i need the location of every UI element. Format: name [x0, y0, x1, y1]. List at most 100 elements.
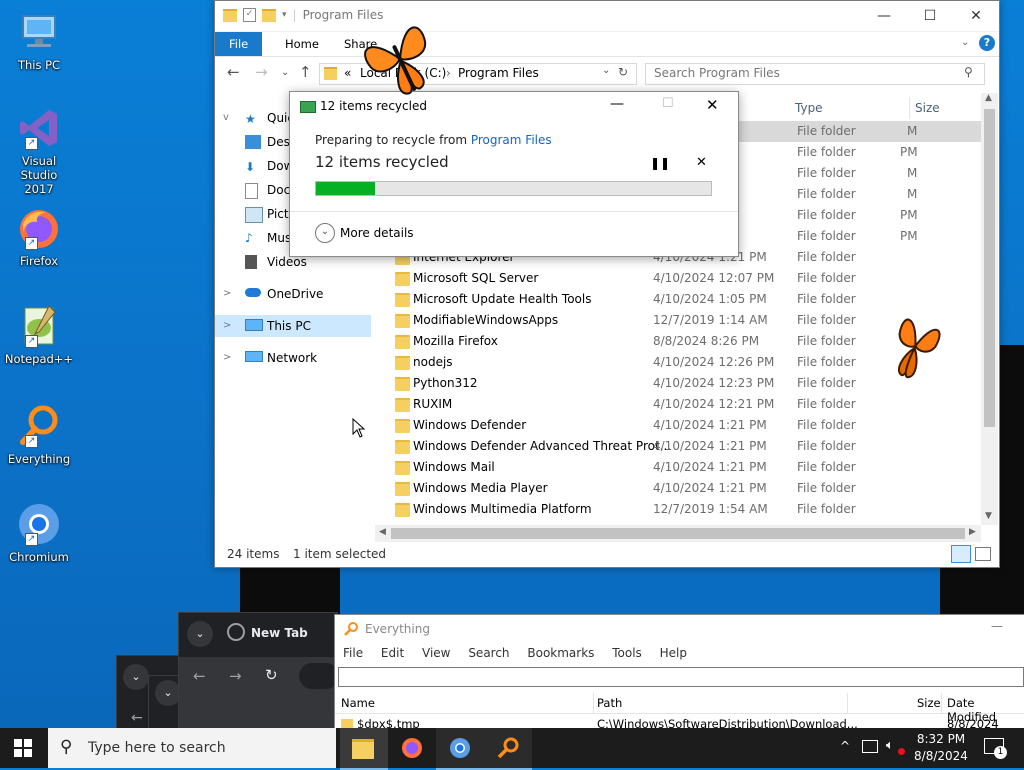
menu-view[interactable]: View — [422, 646, 450, 660]
horizontal-scrollbar[interactable]: ◀ ▶ — [375, 525, 981, 542]
column-header-name[interactable]: Name — [341, 696, 375, 710]
search-box[interactable]: Search Program Files ⚲ — [645, 63, 985, 85]
search-input[interactable] — [338, 667, 1024, 687]
vertical-scrollbar[interactable]: ▲ ▼ — [981, 93, 998, 525]
progress-bar — [315, 181, 712, 196]
scroll-thumb[interactable] — [984, 109, 995, 427]
tab-title[interactable]: New Tab — [251, 626, 308, 640]
close-button[interactable]: ✕ — [953, 1, 999, 31]
recycle-progress-dialog: 12 items recycled — ☐ ✕ Preparing to rec… — [289, 91, 739, 257]
dialog-close-button[interactable]: ✕ — [706, 96, 719, 114]
table-row[interactable]: Windows Mail 4/10/2024 1:21 PM File folder — [391, 457, 981, 478]
table-row[interactable]: Microsoft SQL Server 4/10/2024 12:07 PM Fi… — [391, 268, 981, 289]
new-folder-icon[interactable] — [262, 8, 276, 22]
taskbar-app-explorer[interactable] — [340, 728, 388, 770]
forward-arrow-icon[interactable]: → — [229, 667, 242, 685]
up-button[interactable]: ↑ — [299, 63, 312, 81]
large-icons-view-icon[interactable] — [975, 547, 991, 561]
taskbar-app-chromium[interactable] — [436, 728, 484, 770]
expand-arrow-icon[interactable]: > — [223, 347, 231, 369]
chevron-down-icon[interactable]: ⌄ — [315, 223, 335, 243]
menu-help[interactable]: Help — [660, 646, 687, 660]
expand-arrow-icon[interactable]: > — [223, 283, 231, 305]
table-row[interactable]: Windows Defender Advanced Threat Prot...… — [391, 436, 981, 457]
table-row[interactable]: Windows Multimedia Platform 12/7/2019 1:5… — [391, 499, 981, 520]
scroll-up-icon[interactable]: ▲ — [985, 93, 992, 103]
minimize-button[interactable]: — — [991, 619, 1003, 633]
nav-item-network[interactable]: > Network — [215, 347, 371, 369]
collapse-arrow-icon[interactable]: v — [223, 107, 229, 129]
desktop-icon-visual-studio[interactable]: ↗ Visual Studio 2017 — [4, 104, 74, 196]
cancel-button[interactable]: ✕ — [696, 155, 707, 170]
column-header-path[interactable]: Path — [597, 696, 622, 710]
taskbar-app-firefox[interactable] — [388, 728, 436, 768]
breadcrumb-folder[interactable]: Program Files — [458, 66, 539, 80]
pause-button[interactable]: ❚❚ — [650, 156, 670, 170]
address-dropdown-icon[interactable]: ⌄ — [602, 65, 610, 76]
back-button[interactable]: ← — [227, 63, 240, 81]
nav-item-this-pc[interactable]: > This PC — [215, 315, 371, 337]
back-arrow-icon[interactable]: ← — [131, 710, 143, 726]
column-header-size[interactable]: Size — [917, 696, 941, 710]
folder-icon — [395, 272, 410, 286]
table-row[interactable]: Windows Media Player 4/10/2024 1:21 PM Fil… — [391, 478, 981, 499]
scroll-left-icon[interactable]: ◀ — [379, 527, 386, 537]
menu-bookmarks[interactable]: Bookmarks — [527, 646, 594, 660]
nav-item-onedrive[interactable]: > OneDrive — [215, 283, 371, 305]
maximize-button[interactable]: ☐ — [907, 1, 953, 31]
desktop-icon-everything[interactable]: ↗ Everything — [4, 402, 74, 466]
tab-search-icon[interactable]: ⌄ — [187, 621, 213, 647]
folder-icon — [395, 440, 410, 454]
minimize-button[interactable]: — — [861, 1, 907, 31]
expand-arrow-icon[interactable]: > — [223, 315, 231, 337]
scroll-thumb[interactable] — [391, 528, 965, 539]
properties-icon[interactable]: ✓ — [243, 8, 256, 22]
start-button[interactable] — [14, 739, 32, 760]
customize-toolbar-icon[interactable]: ▾ — [282, 10, 287, 20]
this-pc-icon — [15, 8, 63, 56]
expand-ribbon-icon[interactable]: ⌄ — [961, 37, 969, 48]
desktop-icon-label: Firefox — [19, 254, 59, 268]
folder-icon — [395, 293, 410, 307]
scroll-right-icon[interactable]: ▶ — [969, 527, 976, 537]
table-row[interactable]: Windows Defender 4/10/2024 1:21 PM File fo… — [391, 415, 981, 436]
menu-edit[interactable]: Edit — [381, 646, 404, 660]
back-arrow-icon[interactable]: ← — [193, 667, 206, 685]
clock-time[interactable]: 8:32 PM — [912, 732, 970, 746]
recent-locations-button[interactable]: ⌄ — [281, 67, 289, 78]
menu-file[interactable]: File — [343, 646, 363, 660]
table-row[interactable]: RUXIM 4/10/2024 12:21 PM File folder — [391, 394, 981, 415]
dialog-minimize-button[interactable]: — — [610, 96, 624, 112]
desktop-icon-chromium[interactable]: ↗ Chromium — [4, 500, 74, 564]
refresh-icon[interactable]: ↻ — [618, 65, 628, 79]
desktop-icon-firefox[interactable]: ↗ Firefox — [4, 204, 74, 268]
chevron-down-icon[interactable]: ⌄ — [123, 664, 149, 690]
menu-search[interactable]: Search — [468, 646, 509, 660]
search-placeholder: Search Program Files — [654, 66, 780, 80]
taskbar-app-everything[interactable] — [484, 728, 532, 770]
everything-icon — [343, 621, 359, 637]
scroll-down-icon[interactable]: ▼ — [985, 511, 992, 521]
help-icon[interactable]: ? — [979, 35, 995, 51]
show-hidden-icons-button[interactable]: ^ — [840, 739, 850, 753]
desktop-icon-notepadpp[interactable]: ↗ Notepad++ — [4, 302, 74, 366]
dialog-maximize-button[interactable]: ☐ — [662, 96, 674, 111]
address-overflow[interactable]: « — [344, 66, 351, 80]
menu-tools[interactable]: Tools — [612, 646, 642, 660]
volume-muted-icon[interactable]: 🔈︎ — [886, 738, 894, 753]
reload-icon[interactable]: ↻ — [265, 666, 278, 684]
more-details-button[interactable]: More details — [340, 226, 414, 240]
network-icon[interactable] — [862, 740, 878, 753]
column-header-type[interactable]: Type — [795, 97, 823, 119]
desktop-icon-this-pc[interactable]: This PC — [4, 8, 74, 72]
taskbar: ⚲ Type here to search ^ 🔈︎ 8:32 PM 8/8/2… — [0, 728, 1024, 770]
ribbon-tab-file[interactable]: File — [215, 32, 263, 56]
forward-button[interactable]: → — [255, 63, 268, 81]
ribbon-tab-home[interactable]: Home — [271, 32, 333, 56]
clock-date[interactable]: 8/8/2024 — [912, 749, 970, 763]
column-header-size[interactable]: Size — [915, 97, 940, 119]
source-folder-link[interactable]: Program Files — [471, 133, 552, 147]
omnibox[interactable] — [299, 663, 339, 689]
details-view-icon[interactable] — [951, 545, 971, 563]
taskbar-search-box[interactable]: ⚲ Type here to search — [48, 728, 336, 768]
